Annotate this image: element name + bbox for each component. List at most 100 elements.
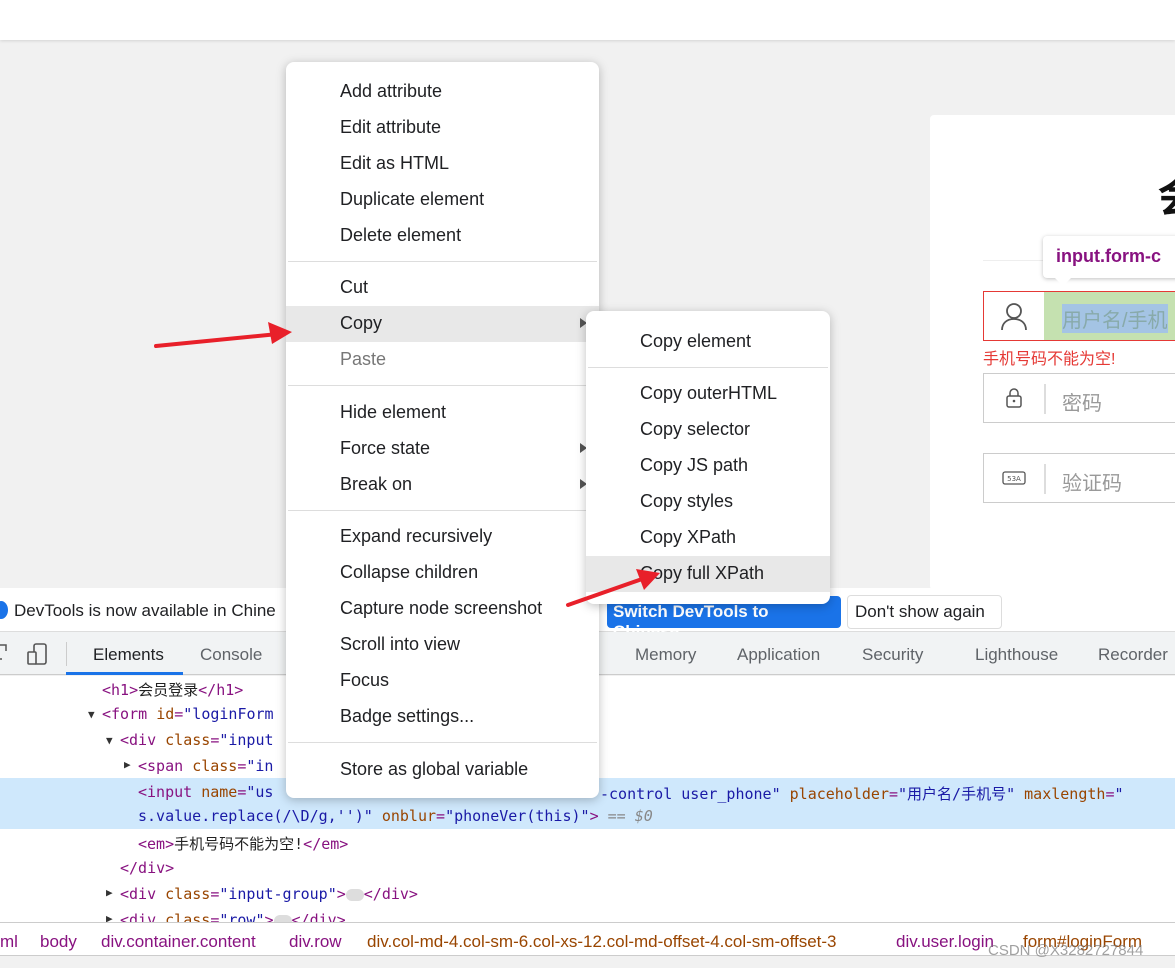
text: 手机号码不能为空!	[174, 835, 304, 853]
tag: </div>	[291, 911, 346, 922]
tag: <form	[102, 705, 157, 723]
attr: id	[156, 705, 175, 723]
expand-triangle-icon[interactable]: ▼	[88, 708, 95, 721]
tree-node-div[interactable]: <div class="input	[120, 731, 274, 749]
ellipsis-icon[interactable]	[345, 888, 364, 901]
menu-collapse-children[interactable]: Collapse children	[286, 555, 599, 591]
menu-edit-attribute[interactable]: Edit attribute	[286, 110, 599, 146]
value: "phoneVer(this)"	[445, 807, 590, 825]
menu-copy[interactable]: Copy	[286, 306, 599, 342]
menu-copy-js-path[interactable]: Copy JS path	[586, 448, 830, 484]
breadcrumb-container[interactable]: div.container.content	[101, 932, 256, 952]
value: s.value.replace(/\D/g,'')"	[138, 807, 373, 825]
tree-node-h1[interactable]: <h1>会员登录</h1>	[102, 679, 243, 700]
tab-elements[interactable]: Elements	[93, 645, 164, 665]
lock-icon	[984, 374, 1044, 422]
breadcrumb-user-login[interactable]: div.user.login	[896, 932, 994, 952]
attr: onblur	[381, 807, 437, 825]
menu-copy-outerhtml[interactable]: Copy outerHTML	[586, 376, 830, 412]
menu-separator	[288, 742, 597, 743]
ellipsis-icon[interactable]	[273, 914, 292, 922]
menu-cut[interactable]: Cut	[286, 270, 599, 306]
menu-delete-element[interactable]: Delete element	[286, 218, 599, 254]
tree-node-div-close[interactable]: </div>	[120, 859, 174, 877]
tree-node-row[interactable]: <div class="row"> </div>	[120, 911, 346, 922]
tab-recorder[interactable]: Recorder	[1098, 645, 1168, 665]
menu-hide-element[interactable]: Hide element	[286, 395, 599, 431]
menu-copy-element[interactable]: Copy element	[586, 324, 830, 360]
tree-node-em[interactable]: <em>手机号码不能为空!</em>	[138, 833, 348, 854]
menu-add-attribute[interactable]: Add attribute	[286, 74, 599, 110]
tree-node-input-group[interactable]: <div class="input-group"> </div>	[120, 885, 418, 903]
attr: class	[165, 731, 211, 749]
attr: maxlength	[1024, 785, 1106, 803]
captcha-input-group[interactable]: 53A 验证码	[983, 453, 1175, 503]
password-input-group[interactable]: 密码	[983, 373, 1175, 423]
tag: <div	[120, 885, 166, 903]
attr: class	[165, 911, 211, 922]
captcha-input[interactable]: 验证码	[1062, 467, 1122, 496]
password-input[interactable]: 密码	[1062, 387, 1102, 416]
tree-node-input-line2[interactable]: s.value.replace(/\D/g,'')" onblur="phone…	[138, 807, 653, 825]
text: 会员登录	[138, 681, 199, 699]
dont-show-again-button[interactable]: Don't show again	[847, 595, 1002, 629]
attr: name	[201, 783, 238, 801]
menu-edit-as-html[interactable]: Edit as HTML	[286, 146, 599, 182]
tab-lighthouse[interactable]: Lighthouse	[975, 645, 1058, 665]
breadcrumb-row[interactable]: div.row	[289, 932, 342, 952]
svg-text:53A: 53A	[1007, 475, 1021, 483]
value: "	[1114, 785, 1124, 803]
menu-copy-selector[interactable]: Copy selector	[586, 412, 830, 448]
value: "input	[219, 731, 274, 749]
tag: <div	[120, 731, 166, 749]
tree-node-span[interactable]: <span class="in	[138, 757, 273, 775]
menu-separator	[588, 367, 828, 368]
menu-separator	[288, 261, 597, 262]
value: "in	[246, 757, 274, 775]
tree-node-form[interactable]: <form id="loginForm	[102, 705, 274, 723]
infobar-text: DevTools is now available in Chine	[14, 601, 276, 620]
username-input[interactable]: 用户名/手机	[1062, 304, 1168, 333]
device-toolbar-icon[interactable]	[26, 643, 48, 665]
red-arrow-icon	[154, 322, 292, 348]
menu-copy-label: Copy	[340, 313, 383, 333]
console-ref: == $0	[607, 807, 653, 825]
menu-force-state-label: Force state	[340, 438, 431, 458]
menu-store-as-global[interactable]: Store as global variable	[286, 752, 599, 788]
tab-console[interactable]: Console	[200, 645, 262, 665]
menu-copy-styles[interactable]: Copy styles	[586, 484, 830, 520]
menu-duplicate-element[interactable]: Duplicate element	[286, 182, 599, 218]
expand-triangle-icon[interactable]: ▼	[106, 734, 113, 747]
value: "us	[246, 783, 274, 801]
value: "loginForm	[183, 705, 274, 723]
menu-force-state[interactable]: Force state	[286, 431, 599, 467]
user-icon	[984, 292, 1044, 340]
menu-expand-recursively[interactable]: Expand recursively	[286, 519, 599, 555]
tag: >	[336, 885, 346, 903]
breadcrumb-body[interactable]: body	[40, 932, 77, 952]
separator	[1044, 464, 1046, 494]
menu-copy-full-xpath[interactable]: Copy full XPath	[586, 556, 830, 592]
menu-paste[interactable]: Paste	[286, 342, 599, 378]
watermark: CSDN @X3282727844	[988, 942, 1144, 959]
tab-security[interactable]: Security	[862, 645, 923, 665]
menu-capture-node-screenshot[interactable]: Capture node screenshot	[286, 591, 599, 627]
menu-scroll-into-view[interactable]: Scroll into view	[286, 627, 599, 663]
inspect-icon[interactable]	[0, 643, 8, 663]
menu-break-on-label: Break on	[340, 474, 413, 494]
collapse-triangle-icon[interactable]: ▶	[106, 886, 113, 899]
menu-focus[interactable]: Focus	[286, 663, 599, 699]
tab-memory[interactable]: Memory	[635, 645, 696, 665]
error-message: 手机号码不能为空!	[983, 351, 1116, 368]
collapse-triangle-icon[interactable]: ▶	[124, 758, 131, 771]
tab-application[interactable]: Application	[737, 645, 820, 665]
breadcrumb-col[interactable]: div.col-md-4.col-sm-6.col-xs-12.col-md-o…	[367, 932, 837, 952]
menu-break-on[interactable]: Break on	[286, 467, 599, 503]
username-input-group[interactable]: 用户名/手机	[983, 291, 1175, 341]
menu-badge-settings[interactable]: Badge settings...	[286, 699, 599, 735]
value: "用户名/手机号"	[898, 785, 1016, 803]
tree-node-input[interactable]: <input name="us	[138, 783, 273, 801]
tree-node-input-cont[interactable]: -control user_phone" placeholder="用户名/手机…	[600, 783, 1124, 804]
menu-copy-xpath[interactable]: Copy XPath	[586, 520, 830, 556]
breadcrumb-html[interactable]: ml	[0, 932, 18, 952]
